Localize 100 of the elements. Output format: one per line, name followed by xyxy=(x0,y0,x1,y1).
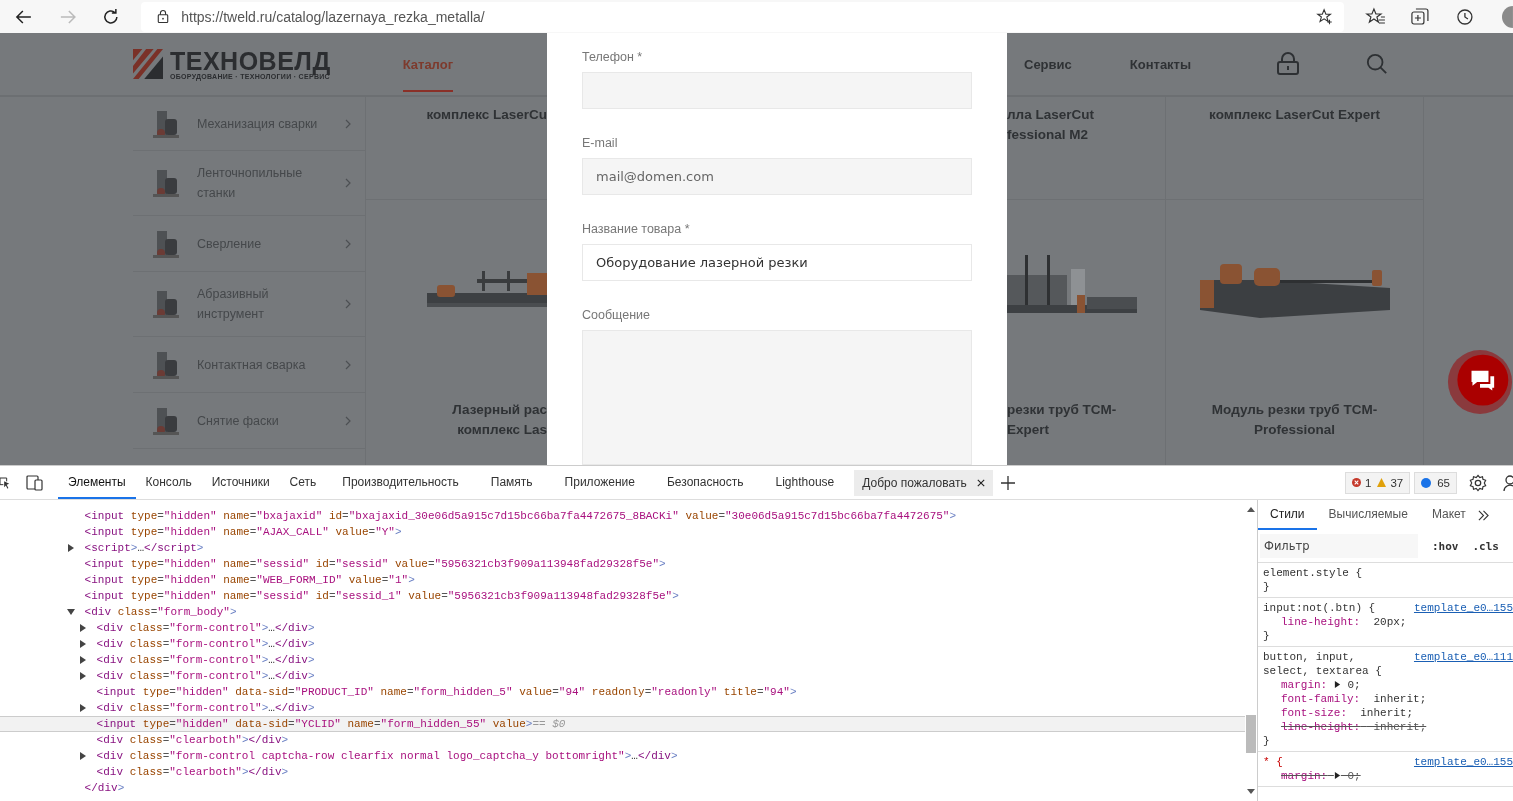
dom-node-line[interactable]: <div class="form_body"> xyxy=(0,604,1245,620)
dom-node-line[interactable]: <input type="hidden" data-sid="PRODUCT_ID" name="form_hidden_5" value="94" readonly="readonly" title="94"> xyxy=(0,684,1245,700)
disclosure-triangle-icon[interactable] xyxy=(79,752,87,760)
dom-node-line[interactable]: <div class="form-control">…</div> xyxy=(0,668,1245,684)
filter-field[interactable]: Фильтр xyxy=(1260,534,1418,558)
lock-icon[interactable] xyxy=(157,9,170,24)
css-declaration: font-family: inherit; xyxy=(1280,692,1427,706)
disclosure-triangle-icon[interactable] xyxy=(67,608,75,616)
dom-node-line[interactable]: <input type="hidden" name="bxajaxid" id="bxajaxid_30e06d5a915c7d15bc66ba7fa4472675_8BACKi" value="30e06d5a915c7d15bc66ba7fa4472675"> xyxy=(0,508,1245,524)
message-icon xyxy=(1421,477,1432,488)
dom-node-line[interactable]: <div class="form-control">…</div> xyxy=(0,636,1245,652)
logo-mark-icon xyxy=(132,49,164,79)
message-field[interactable] xyxy=(582,330,972,465)
devtools-tab[interactable]: Добро пожаловать xyxy=(854,469,993,496)
dom-node-line[interactable]: <input type="hidden" name="WEB_FORM_ID" value="1"> xyxy=(0,572,1245,588)
dom-node-line[interactable]: <div class="form-control">…</div> xyxy=(0,620,1245,636)
logo-name: ТЕХНОВЕЛД xyxy=(170,48,331,73)
styles-tab[interactable]: Стили xyxy=(1258,500,1317,530)
devtools-tab[interactable]: Lighthouse xyxy=(759,466,851,499)
css-declaration: line-height: 20px; xyxy=(1280,615,1407,629)
toggle-button[interactable]: .cls xyxy=(1472,539,1499,553)
disclosure-triangle-icon[interactable] xyxy=(79,624,87,632)
message-count: 65 xyxy=(1437,476,1450,489)
field-label: E-mail xyxy=(582,135,619,152)
styles-tab[interactable]: Макет xyxy=(1419,500,1478,530)
address-bar[interactable]: https://tweld.ru/catalog/lazernaya_rezka_metalla/ xyxy=(141,1,1344,32)
chevron-right-icon xyxy=(345,299,351,309)
css-declaration: margin: 0; xyxy=(1280,678,1361,692)
more-tabs-icon[interactable] xyxy=(1477,509,1489,521)
chevron-right-icon xyxy=(345,238,351,249)
devtools-tab[interactable]: Консоль xyxy=(135,466,202,499)
person-icon[interactable] xyxy=(1503,473,1513,492)
expand-triangle-icon[interactable] xyxy=(1333,681,1341,688)
issues-counter[interactable]: 1 37 xyxy=(1345,471,1411,494)
dom-node-line[interactable]: <input type="hidden" name="sessid" id="sessid" value="5956321cb3f909a113948fad29328f5e"> xyxy=(0,556,1245,572)
input-field[interactable]: mail@domen.com xyxy=(582,158,972,195)
url-text: https://tweld.ru/catalog/lazernaya_rezka_metalla/ xyxy=(181,8,485,25)
issue-count: 1 xyxy=(1365,476,1372,489)
field-label: Название товара * xyxy=(582,221,691,238)
device-emulation-icon[interactable] xyxy=(26,474,44,491)
dom-node-line[interactable]: <div class="form-control captcha-row clearfix normal logo_captcha_y bottomright">…</div> xyxy=(0,748,1245,764)
input-field[interactable]: Оборудование лазерной резки xyxy=(582,244,972,281)
devtools-tab[interactable]: Приложение xyxy=(548,466,651,499)
styles-tab[interactable]: Вычисляемые xyxy=(1316,500,1420,530)
css-selector: button, input, xyxy=(1263,650,1357,664)
css-brace: } xyxy=(1263,734,1270,748)
css-brace: } xyxy=(1263,580,1270,594)
disclosure-triangle-icon[interactable] xyxy=(79,640,87,648)
expand-triangle-icon[interactable] xyxy=(1333,772,1341,779)
add-favorite-icon[interactable] xyxy=(1315,7,1334,26)
close-icon[interactable] xyxy=(976,478,985,487)
field-label: Телефон * xyxy=(582,49,644,66)
dom-node-line[interactable]: <input type="hidden" name="AJAX_CALL" value="Y"> xyxy=(0,524,1245,540)
dom-node-line[interactable]: <script>…</script> xyxy=(0,540,1245,556)
chevron-right-icon xyxy=(345,118,351,129)
source-link[interactable]: template_e0…155 xyxy=(1413,755,1513,769)
css-brace: } xyxy=(1263,629,1270,643)
scrollbar-thumb[interactable] xyxy=(1246,715,1256,753)
toggle-button[interactable]: :hov xyxy=(1432,539,1459,553)
css-selector: element.style { xyxy=(1263,566,1363,580)
css-declaration: font-size: inherit; xyxy=(1280,706,1414,720)
issue-count: 37 xyxy=(1390,476,1404,489)
devtools-tab[interactable]: Производительность xyxy=(326,466,475,499)
error-icon xyxy=(1352,478,1361,487)
chevron-right-icon xyxy=(345,415,351,426)
css-declaration: margin: 0; xyxy=(1280,769,1361,783)
source-link[interactable]: template_e0…155 xyxy=(1413,601,1513,615)
devtools-tab[interactable]: Память xyxy=(474,466,549,499)
dom-node-line[interactable]: <input type="hidden" name="sessid" id="sessid_1" value="5956321cb3f909a113948fad29328f5e"> xyxy=(0,588,1245,604)
css-selector: input:not(.btn) { xyxy=(1263,601,1376,615)
dom-node-line[interactable]: <div class="clearboth"></div> xyxy=(0,732,1245,748)
field-label: Сообщение xyxy=(582,307,652,324)
css-declaration: line-height: inherit; xyxy=(1280,720,1427,734)
scrollbar[interactable] xyxy=(1245,500,1258,801)
inspect-element-icon[interactable] xyxy=(0,474,10,491)
search-icon[interactable] xyxy=(1366,53,1389,75)
disclosure-triangle-icon[interactable] xyxy=(67,544,75,552)
dom-node-line[interactable]: <div class="form-control">…</div> xyxy=(0,700,1245,716)
source-link[interactable]: template_e0…111 xyxy=(1413,650,1513,678)
disclosure-triangle-icon[interactable] xyxy=(79,704,87,712)
devtools-tab[interactable]: Безопасность xyxy=(651,466,760,499)
disclosure-triangle-icon[interactable] xyxy=(79,672,87,680)
profile-avatar-icon[interactable] xyxy=(1500,5,1513,28)
disclosure-triangle-icon[interactable] xyxy=(79,656,87,664)
scroll-down-arrow-icon[interactable] xyxy=(1247,789,1255,795)
scroll-up-arrow-icon[interactable] xyxy=(1247,506,1255,512)
dom-node-line[interactable]: <div class="form-control">…</div> xyxy=(0,652,1245,668)
devtools-tab[interactable]: Сеть xyxy=(279,466,327,499)
dom-node-line[interactable]: </div> xyxy=(0,780,1245,796)
messages-counter[interactable]: 65 xyxy=(1414,471,1457,494)
settings-icon[interactable] xyxy=(1469,473,1487,492)
chevron-right-icon xyxy=(345,178,351,188)
css-selector: * { xyxy=(1263,755,1283,769)
add-tab-icon[interactable] xyxy=(1000,475,1015,490)
warning-icon xyxy=(1377,478,1387,487)
devtools-tab[interactable]: Источники xyxy=(201,466,280,499)
chat-button[interactable] xyxy=(1447,349,1513,415)
css-selector: select, textarea { xyxy=(1263,664,1382,678)
dom-node-line[interactable]: <div class="clearboth"></div> xyxy=(0,764,1245,780)
devtools-tab[interactable]: Элементы xyxy=(58,466,136,499)
